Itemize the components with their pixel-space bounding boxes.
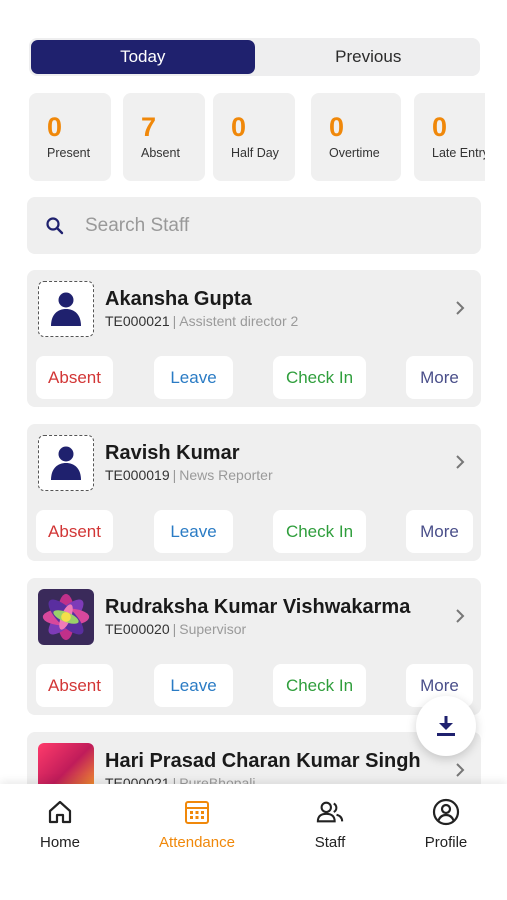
- staff-code: TE000019: [105, 467, 170, 483]
- check-in-button[interactable]: Check In: [273, 510, 366, 553]
- staff-role: Supervisor: [179, 621, 247, 637]
- placeholder-person-icon: [38, 435, 94, 491]
- placeholder-person-icon: [38, 281, 94, 337]
- search-bar: [27, 197, 481, 254]
- absent-button[interactable]: Absent: [36, 664, 113, 707]
- attendance-period-tabs: Today Previous: [29, 38, 480, 76]
- stat-value: 0: [432, 112, 448, 142]
- nav-label: Profile: [424, 834, 468, 851]
- home-icon: [46, 798, 74, 826]
- nav-label: Attendance: [159, 834, 235, 851]
- nav-attendance[interactable]: Attendance: [142, 798, 252, 851]
- stat-label: Half Day: [231, 146, 279, 160]
- absent-button[interactable]: Absent: [36, 356, 113, 399]
- staff-meta: TE000020 | Supervisor: [105, 621, 246, 637]
- staff-meta: TE000021 | Assistent director 2: [105, 313, 298, 329]
- leave-button[interactable]: Leave: [154, 356, 233, 399]
- staff-name: Akansha Gupta: [105, 288, 252, 310]
- nav-staff[interactable]: Staff: [275, 798, 385, 851]
- staff-card[interactable]: Akansha Gupta TE000021 | Assistent directo…: [27, 270, 481, 407]
- stat-label: Late Entry: [432, 146, 485, 160]
- stat-value: 0: [231, 112, 247, 142]
- staff-role: Assistent director 2: [179, 313, 299, 329]
- stat-value: 0: [329, 112, 345, 142]
- nav-home[interactable]: Home: [5, 798, 115, 851]
- nav-label: Staff: [314, 834, 346, 851]
- download-icon: [437, 716, 455, 736]
- leave-button[interactable]: Leave: [154, 664, 233, 707]
- bottom-navigation: Home Attendance Staff Profile: [0, 784, 507, 900]
- stat-label: Overtime: [329, 146, 380, 160]
- search-icon: [46, 216, 64, 234]
- chevron-right-icon[interactable]: [453, 297, 467, 319]
- tab-today[interactable]: Today: [31, 40, 255, 74]
- check-in-button[interactable]: Check In: [273, 664, 366, 707]
- stat-value: 0: [47, 112, 63, 142]
- calendar-icon: [183, 798, 211, 826]
- download-button[interactable]: [416, 696, 476, 756]
- staff-card[interactable]: Rudraksha Kumar Vishwakarma TE000020 | Sup…: [27, 578, 481, 715]
- staff-card[interactable]: Ravish Kumar TE000019 | News Reporter Abse…: [27, 424, 481, 561]
- separator: |: [172, 621, 177, 637]
- more-button[interactable]: More: [406, 356, 473, 399]
- stat-half-day[interactable]: 0 Half Day: [213, 93, 295, 181]
- leave-button[interactable]: Leave: [154, 510, 233, 553]
- stat-value: 7: [141, 112, 157, 142]
- chevron-right-icon[interactable]: [453, 605, 467, 627]
- staff-name: Ravish Kumar: [105, 442, 240, 464]
- staff-meta: TE000019 | News Reporter: [105, 467, 273, 483]
- stat-label: Present: [47, 146, 91, 160]
- stat-present[interactable]: 0 Present: [29, 93, 111, 181]
- attendance-summary: 0 Present 7 Absent 0 Half Day 0 Overtime…: [29, 93, 485, 181]
- stat-label: Absent: [141, 146, 180, 160]
- absent-button[interactable]: Absent: [36, 510, 113, 553]
- nav-profile[interactable]: Profile: [391, 798, 501, 851]
- separator: |: [172, 467, 177, 483]
- staff-role: News Reporter: [179, 467, 273, 483]
- separator: |: [172, 313, 177, 329]
- profile-icon: [432, 798, 460, 826]
- tab-previous[interactable]: Previous: [257, 38, 481, 76]
- stat-overtime[interactable]: 0 Overtime: [311, 93, 401, 181]
- staff-name: Hari Prasad Charan Kumar Singh: [105, 750, 421, 772]
- chevron-right-icon[interactable]: [453, 759, 467, 781]
- stat-absent[interactable]: 7 Absent: [123, 93, 205, 181]
- nav-label: Home: [39, 834, 80, 851]
- stat-late-entry[interactable]: 0 Late Entry: [414, 93, 485, 181]
- more-button[interactable]: More: [406, 510, 473, 553]
- check-in-button[interactable]: Check In: [273, 356, 366, 399]
- people-icon: [316, 798, 344, 826]
- flower-photo: [38, 589, 94, 645]
- staff-code: TE000020: [105, 621, 170, 637]
- chevron-right-icon[interactable]: [453, 451, 467, 473]
- staff-name: Rudraksha Kumar Vishwakarma: [105, 596, 411, 618]
- staff-code: TE000021: [105, 313, 170, 329]
- search-input[interactable]: [85, 214, 445, 237]
